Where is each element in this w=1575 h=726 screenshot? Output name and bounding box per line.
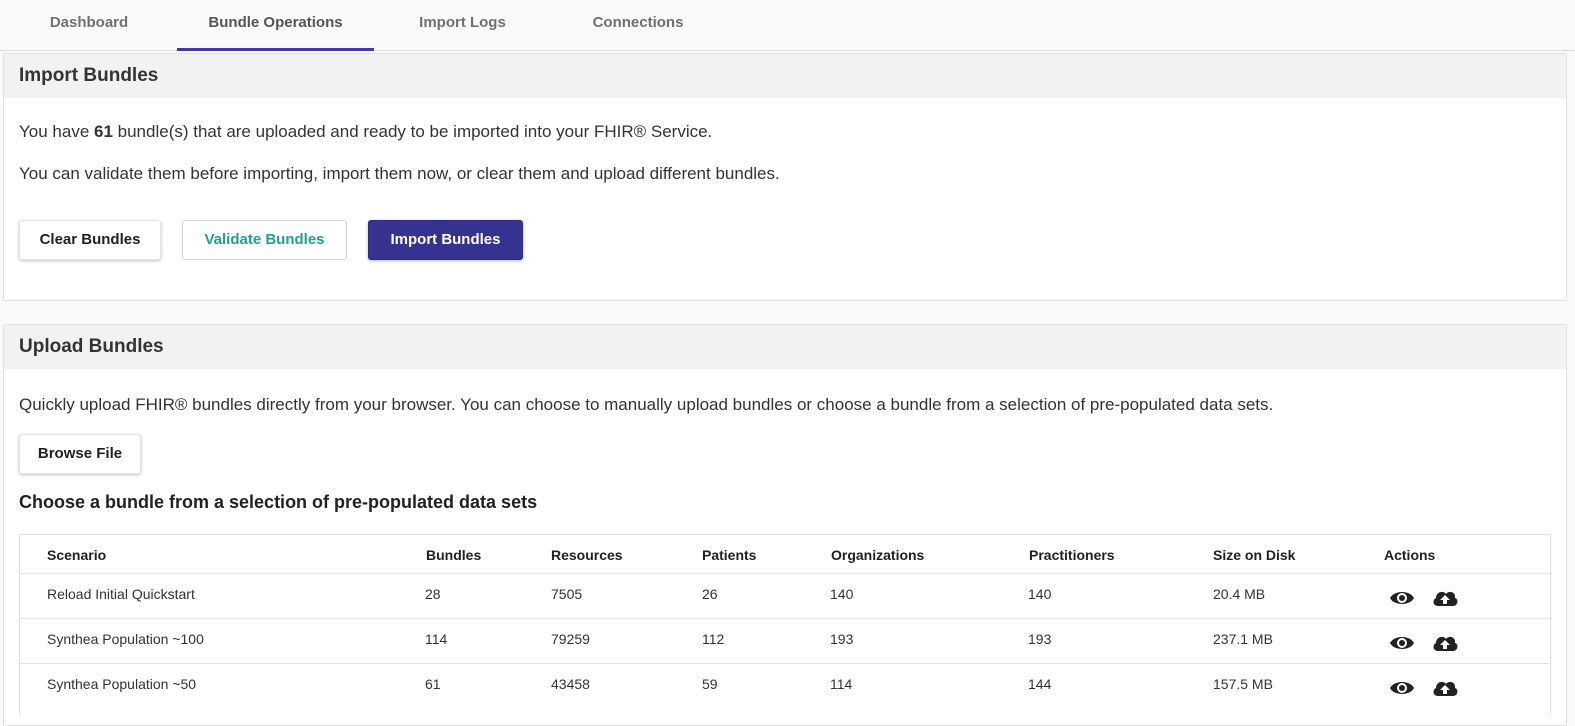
- clear-bundles-button[interactable]: Clear Bundles: [19, 220, 161, 260]
- column-header-organizations: Organizations: [831, 547, 925, 563]
- cell-organizations: 193: [830, 631, 854, 647]
- bundle-ready-text: You have 61 bundle(s) that are uploaded …: [19, 122, 712, 142]
- cell-scenario: Reload Initial Quickstart: [47, 586, 195, 602]
- tab-dashboard[interactable]: Dashboard: [20, 0, 158, 48]
- cloud-upload-icon[interactable]: [1431, 631, 1459, 653]
- datasets-table: Scenario Bundles Resources Patients Orga…: [19, 534, 1551, 715]
- import-bundles-title: Import Bundles: [4, 54, 1566, 98]
- eye-icon[interactable]: [1388, 632, 1416, 654]
- cell-size-on-disk: 157.5 MB: [1213, 676, 1273, 692]
- cell-organizations: 140: [830, 586, 854, 602]
- upload-bundles-card: Upload Bundles Quickly upload FHIR® bund…: [3, 324, 1567, 726]
- cloud-upload-icon[interactable]: [1431, 586, 1459, 608]
- cell-practitioners: 193: [1028, 631, 1052, 647]
- column-header-bundles: Bundles: [426, 547, 482, 563]
- cell-organizations: 114: [830, 676, 853, 692]
- cell-resources: 79259: [551, 631, 590, 647]
- cell-bundles: 61: [425, 676, 441, 692]
- cell-scenario: Synthea Population ~100: [47, 631, 204, 647]
- cell-bundles: 28: [425, 586, 441, 602]
- import-instructions-text: You can validate them before importing, …: [19, 164, 780, 183]
- upload-bundles-title: Upload Bundles: [4, 325, 1566, 369]
- column-header-actions: Actions: [1384, 547, 1436, 563]
- browse-file-button[interactable]: Browse File: [19, 434, 141, 474]
- column-header-resources: Resources: [551, 547, 623, 563]
- cell-practitioners: 140: [1028, 586, 1052, 602]
- import-bundles-button[interactable]: Import Bundles: [368, 220, 523, 260]
- eye-icon[interactable]: [1388, 587, 1416, 609]
- bundle-count: 61: [94, 122, 113, 141]
- cloud-upload-icon[interactable]: [1431, 676, 1459, 698]
- header-divider: [20, 573, 1550, 574]
- cell-resources: 7505: [551, 586, 583, 602]
- cell-practitioners: 144: [1028, 676, 1052, 692]
- cell-size-on-disk: 237.1 MB: [1213, 631, 1273, 647]
- tab-import-logs[interactable]: Import Logs: [395, 0, 530, 48]
- tab-connections[interactable]: Connections: [570, 0, 706, 48]
- column-header-scenario: Scenario: [47, 547, 107, 563]
- cell-resources: 43458: [551, 676, 590, 692]
- bundle-ready-suffix: bundle(s) that are uploaded and ready to…: [112, 122, 713, 141]
- bundle-ready-prefix: You have: [19, 122, 94, 141]
- row-divider: [20, 663, 1550, 664]
- upload-description: Quickly upload FHIR® bundles directly fr…: [19, 395, 1274, 414]
- column-header-size-on-disk: Size on Disk: [1213, 547, 1296, 563]
- row-divider: [20, 618, 1550, 619]
- column-header-practitioners: Practitioners: [1029, 547, 1115, 563]
- cell-size-on-disk: 20.4 MB: [1213, 586, 1266, 602]
- cell-patients: 26: [702, 586, 718, 602]
- cell-patients: 112: [702, 631, 725, 647]
- prepopulated-heading: Choose a bundle from a selection of pre-…: [19, 492, 538, 512]
- import-bundles-card: Import Bundles You have 61 bundle(s) tha…: [3, 53, 1567, 301]
- eye-icon[interactable]: [1388, 677, 1416, 699]
- cell-scenario: Synthea Population ~50: [47, 676, 197, 692]
- tab-bar: Dashboard Bundle Operations Import Logs …: [0, 0, 1575, 51]
- tab-bundle-operations[interactable]: Bundle Operations: [177, 0, 374, 51]
- cell-patients: 59: [702, 676, 718, 692]
- cell-bundles: 114: [425, 631, 448, 647]
- validate-bundles-button[interactable]: Validate Bundles: [182, 220, 347, 260]
- column-header-patients: Patients: [702, 547, 757, 563]
